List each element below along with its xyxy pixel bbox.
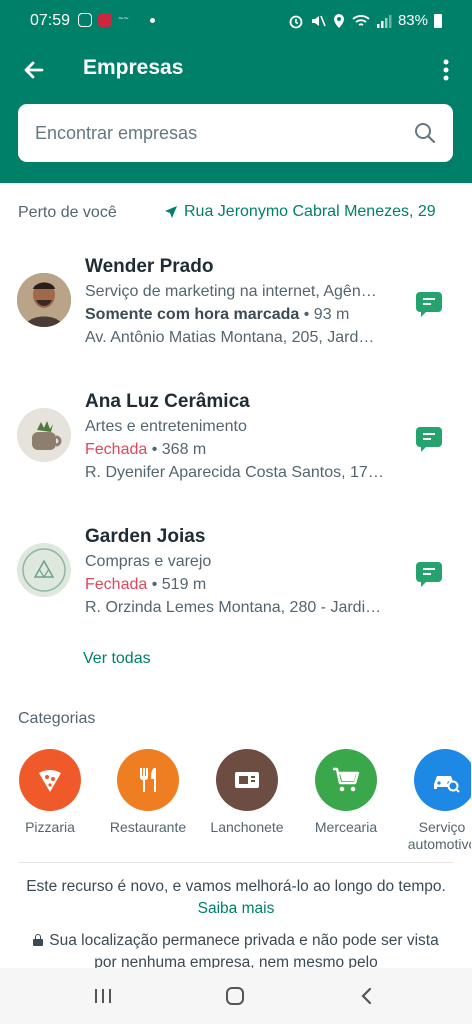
home-icon[interactable] [224, 986, 246, 1006]
category-label: Mercearia [314, 819, 378, 835]
category-label: Pizzaria [25, 819, 75, 835]
lock-icon [33, 934, 44, 946]
system-navigation-bar [0, 968, 472, 1024]
ceramic-pot-photo [17, 408, 71, 462]
business-avatar [17, 273, 71, 327]
business-status: Fechada [85, 441, 148, 458]
business-avatar [17, 543, 71, 597]
business-status-line: Fechada • 519 m [85, 576, 207, 593]
pizza-icon [19, 749, 81, 811]
battery-icon [434, 13, 442, 28]
instagram-icon [78, 13, 92, 27]
notification-icons: ~~ [78, 13, 155, 27]
category-label: Lanchonete [210, 819, 284, 835]
business-item[interactable]: Garden Joias Compras e varejo Fechada • … [0, 526, 472, 636]
category-label: Restaurante [109, 819, 187, 835]
app-notification-icon [98, 13, 112, 27]
business-address: R. Orzinda Lemes Montana, 280 - Jardi… [85, 599, 382, 616]
business-distance: 519 m [161, 576, 207, 593]
category-servico-automotivo[interactable]: Serviço automotivo [395, 749, 471, 853]
learn-more-link[interactable]: Saiba mais [198, 900, 275, 917]
message-icon[interactable] [416, 562, 442, 587]
status-time: 07:59 [30, 12, 71, 29]
cart-icon [315, 749, 377, 811]
divider [18, 862, 454, 863]
business-address: R. Dyenifer Aparecida Costa Santos, 17… [85, 464, 384, 481]
feature-note-text: Este recurso é novo, e vamos melhorá-lo … [26, 878, 446, 895]
signal-icon [376, 14, 392, 28]
category-restaurante[interactable]: Restaurante [98, 749, 198, 836]
message-icon[interactable] [416, 292, 442, 317]
brand-notification-icon: ~~ [118, 13, 129, 23]
current-location-text: Rua Jeronymo Cabral Menezes, 29 [184, 203, 436, 220]
recent-apps-icon[interactable] [92, 986, 114, 1006]
business-avatar [17, 408, 71, 462]
search-icon[interactable] [413, 121, 437, 145]
battery-percent: 83% [397, 12, 428, 29]
categories-row: Pizzaria Restaurante Lanchonete Merceari… [0, 749, 472, 859]
business-status: Fechada [85, 576, 148, 593]
feature-note: Este recurso é novo, e vamos melhorá-lo … [20, 876, 452, 920]
privacy-text: Sua localização permanece privada e não … [49, 932, 439, 971]
jewelry-logo [17, 543, 71, 597]
business-name: Garden Joias [85, 526, 206, 547]
navigation-arrow-icon [165, 206, 177, 218]
business-item[interactable]: Ana Luz Cerâmica Artes e entretenimento … [0, 391, 472, 501]
app-header: 07:59 ~~ 83% Empresas Encontrar empresas [0, 0, 472, 183]
status-right: 83% [288, 12, 442, 29]
category-label: Serviço automotivo [407, 819, 471, 852]
page-title: Empresas [83, 56, 184, 79]
search-input[interactable]: Encontrar empresas [18, 104, 453, 162]
back-arrow-icon[interactable] [18, 54, 50, 86]
car-icon [414, 749, 471, 811]
business-distance: 368 m [161, 441, 207, 458]
more-options-icon[interactable] [438, 56, 454, 84]
category-pizzaria[interactable]: Pizzaria [0, 749, 100, 836]
business-category: Compras e varejo [85, 553, 212, 570]
business-name: Wender Prado [85, 256, 214, 277]
current-location-link[interactable]: Rua Jeronymo Cabral Menezes, 29 [164, 203, 436, 221]
category-mercearia[interactable]: Mercearia [296, 749, 396, 836]
status-bar: 07:59 ~~ 83% [0, 0, 472, 44]
location-icon [333, 13, 344, 28]
wifi-icon [352, 14, 370, 26]
business-category: Serviço de marketing na internet, Agên… [85, 283, 377, 300]
business-name: Ana Luz Cerâmica [85, 391, 250, 412]
category-lanchonete[interactable]: Lanchonete [197, 749, 297, 836]
business-distance: 93 m [313, 306, 350, 323]
business-category: Artes e entretenimento [85, 418, 247, 435]
business-item[interactable]: Wender Prado Serviço de marketing na int… [0, 256, 472, 366]
mute-icon [311, 15, 326, 26]
message-icon[interactable] [416, 427, 442, 452]
business-address: Av. Antônio Matias Montana, 205, Jard… [85, 329, 375, 346]
categories-title: Categorias [18, 710, 96, 727]
business-status: Somente com hora marcada [85, 306, 300, 323]
search-placeholder: Encontrar empresas [35, 123, 198, 143]
more-notifications-icon [150, 17, 155, 23]
business-status-line: Fechada • 368 m [85, 441, 207, 458]
app-bar: Empresas [0, 44, 472, 96]
person-photo [17, 273, 71, 327]
business-status-line: Somente com hora marcada • 93 m [85, 306, 350, 323]
nearby-label: Perto de você [18, 204, 117, 221]
alarm-icon [289, 15, 303, 28]
see-all-link[interactable]: Ver todas [83, 650, 151, 668]
back-nav-icon[interactable] [356, 986, 378, 1006]
fork-knife-icon [117, 749, 179, 811]
cafe-icon [216, 749, 278, 811]
